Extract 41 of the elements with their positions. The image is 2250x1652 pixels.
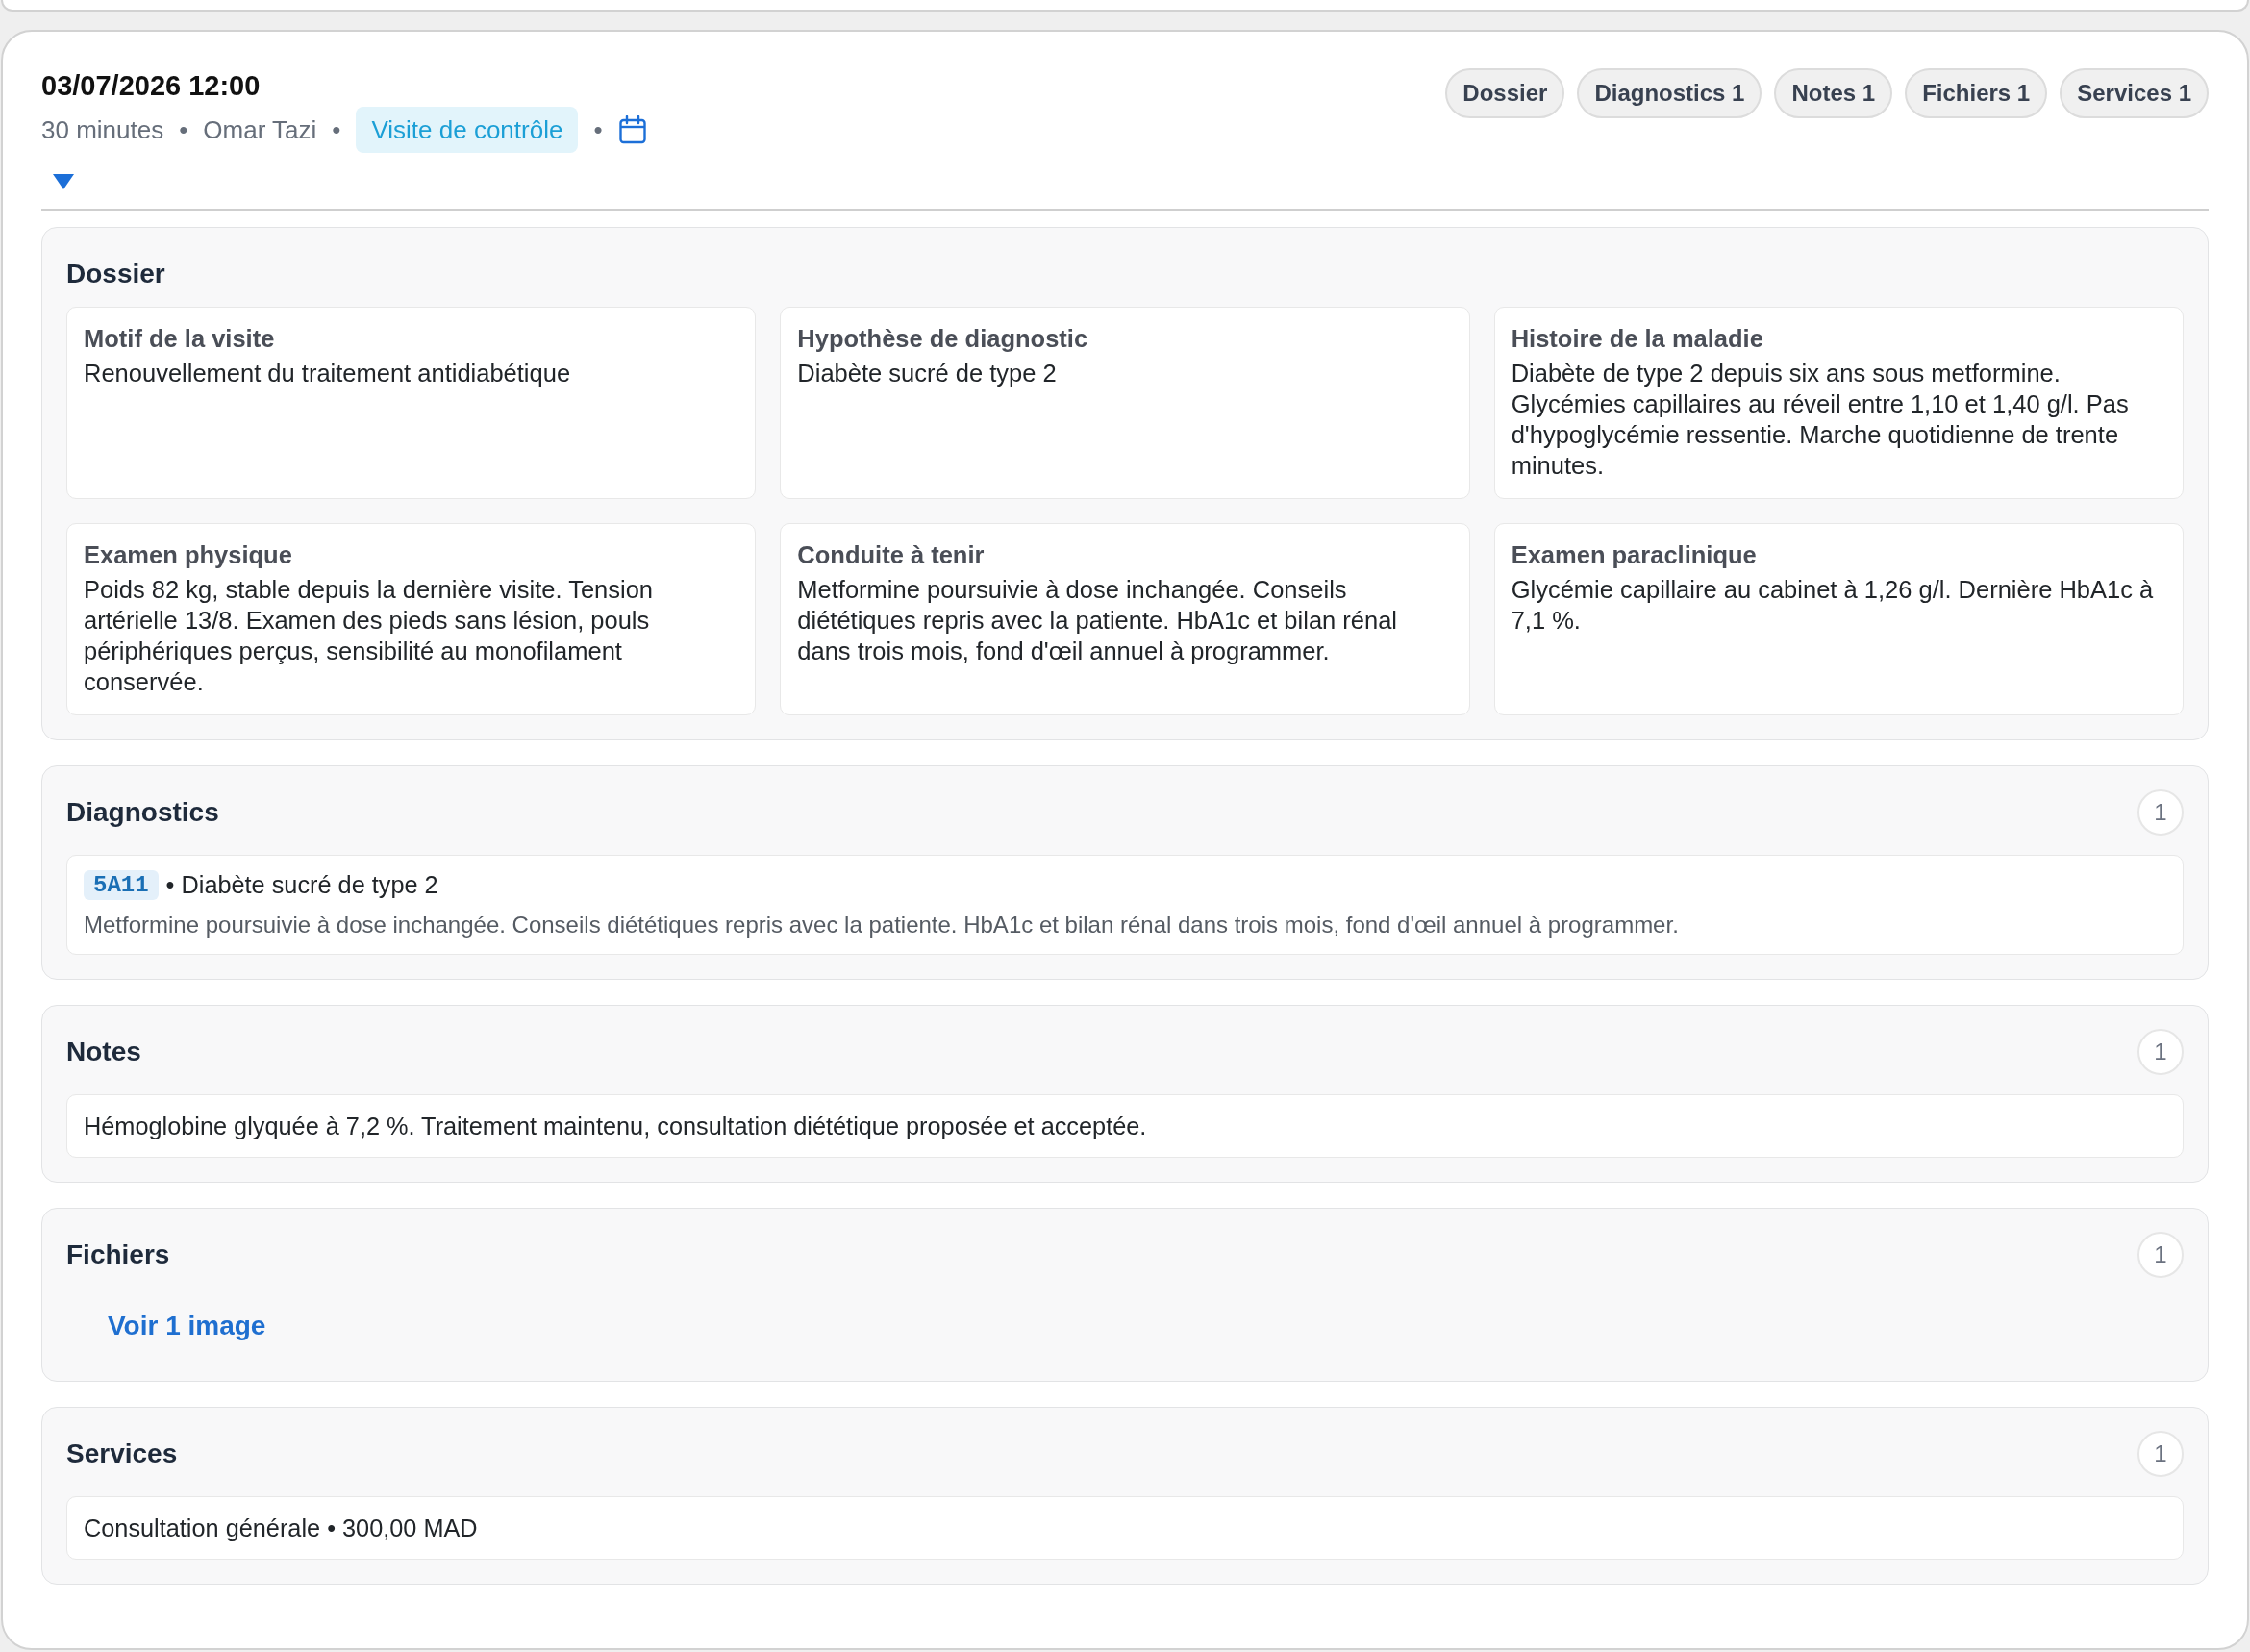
visit-datetime: 03/07/2026 12:00 (41, 69, 262, 103)
section-title: Notes (66, 1036, 141, 1068)
bullet-separator: • (179, 113, 188, 146)
meta-text: Omar Tazi (203, 113, 317, 146)
field-value: Renouvellement du traitement antidiabétique (84, 359, 572, 388)
calendar-icon[interactable] (617, 115, 647, 144)
section-title: Services (66, 1438, 178, 1470)
item-count: 1 (2138, 789, 2184, 836)
view-images-link[interactable]: Voir 1 image (108, 1309, 266, 1343)
section-button[interactable]: Notes 1 (1774, 68, 1893, 118)
section-button[interactable]: Services 1 (2060, 68, 2209, 118)
field-label: Conduite à tenir (797, 541, 986, 568)
visit-type-tag: Visite de contrôle (356, 107, 579, 153)
diagnosis-code: 5A11 (84, 869, 159, 900)
section-button[interactable]: Fichiers 1 (1905, 68, 2048, 118)
bullet-separator: • (593, 113, 603, 146)
section-title: Fichiers (66, 1239, 170, 1271)
field-label: Hypothèse de diagnostic (797, 325, 1089, 352)
bullet-separator: • (332, 113, 341, 146)
diagnosis-note: Metformine poursuivie à dose inchangée. Conseils diététiques repris avec la patiente. HbA1c et bilan rénal dans trois mois, fond d'œil annuel à programmer. (84, 911, 1680, 939)
section-button[interactable]: Dossier (1445, 68, 1565, 118)
section-button[interactable]: Diagnostics 1 (1577, 68, 1762, 118)
field-value: Glycémie capillaire au cabinet à 1,26 g/l. Dernière HbA1c à 7,1 %. (1511, 575, 2155, 636)
section-title: Diagnostics (66, 796, 219, 829)
field-label: Examen paraclinique (1511, 541, 1758, 568)
field-label: Motif de la visite (84, 325, 276, 352)
item-count: 1 (2138, 1029, 2184, 1075)
field-value: Metformine poursuivie à dose inchangée. Conseils diététiques repris avec la patiente. HbA1c et bilan rénal dans trois mois, fond d'œil annuel à programmer. (797, 575, 1399, 666)
item-count: 1 (2138, 1431, 2184, 1477)
diagnosis-name: • Diabète sucré de type 2 (165, 870, 438, 900)
triangle-down-icon[interactable] (53, 174, 74, 189)
field-value: Poids 82 kg, stable depuis la dernière visite. Tension artérielle 13/8. Examen des pieds sans lésion, pouls périphériques perçus, sensibilité au monofilament conservée. (84, 575, 655, 697)
section-title: Dossier (66, 258, 165, 290)
field-label: Histoire de la maladie (1511, 325, 1764, 352)
entry-text: Consultation générale • 300,00 MAD (84, 1514, 478, 1541)
field-label: Examen physique (84, 541, 293, 568)
meta-text: 30 minutes (41, 113, 164, 146)
entry-text: Hémoglobine glyquée à 7,2 %. Traitement maintenu, consultation diététique proposée et acceptée. (84, 1113, 1147, 1139)
field-value: Diabète de type 2 depuis six ans sous metformine. Glycémies capillaires au réveil entre 1,10 et 1,40 g/l. Pas d'hypoglycémie ressentie. Marche quotidienne de trente minutes. (1511, 359, 2130, 481)
item-count: 1 (2138, 1232, 2184, 1278)
field-value: Diabète sucré de type 2 (797, 359, 1058, 388)
